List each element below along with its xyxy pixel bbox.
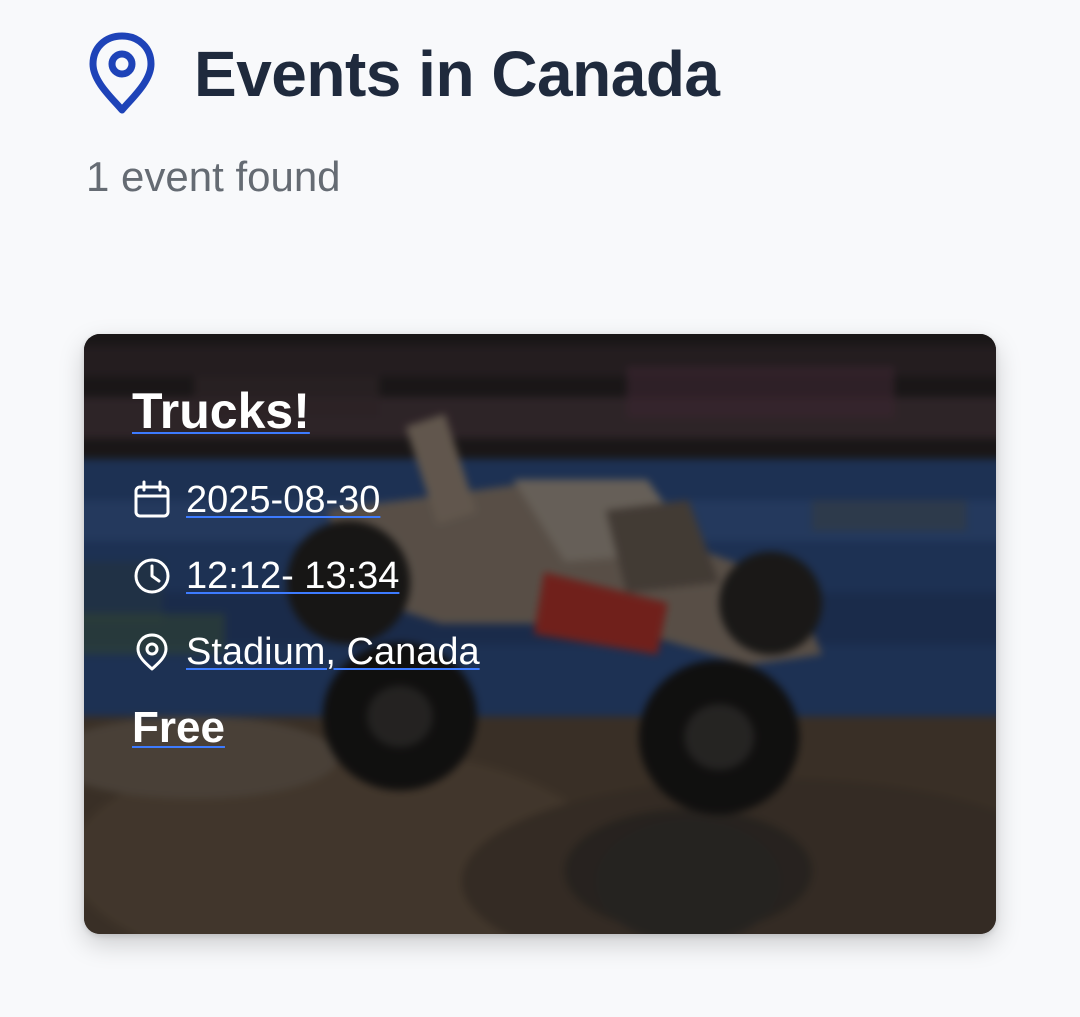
event-location-link[interactable]: Stadium, Canada [186,633,480,671]
event-time-link[interactable]: 12:12- 13:34 [186,557,399,595]
clock-icon [134,558,170,594]
event-title-link[interactable]: Trucks! [132,386,310,436]
page-title: Events in Canada [194,38,720,110]
event-date-row: 2025-08-30 [132,480,480,520]
event-time-row: 12:12- 13:34 [132,556,480,596]
event-date-link[interactable]: 2025-08-30 [186,481,380,519]
map-pin-icon [136,633,168,671]
results-count: 1 event found [86,153,341,200]
event-price-link[interactable]: Free [132,706,225,750]
event-location-row: Stadium, Canada [132,632,480,672]
map-pin-icon [89,32,155,114]
calendar-icon [134,480,170,518]
event-details: Trucks! 2025-08-30 12:12- 13:34 Stadium,… [132,386,480,750]
events-page: Events in Canada 1 event found Trucks! 2… [0,0,1080,1017]
event-card[interactable]: Trucks! 2025-08-30 12:12- 13:34 Stadium,… [84,334,996,934]
page-header: Events in Canada [86,30,720,118]
